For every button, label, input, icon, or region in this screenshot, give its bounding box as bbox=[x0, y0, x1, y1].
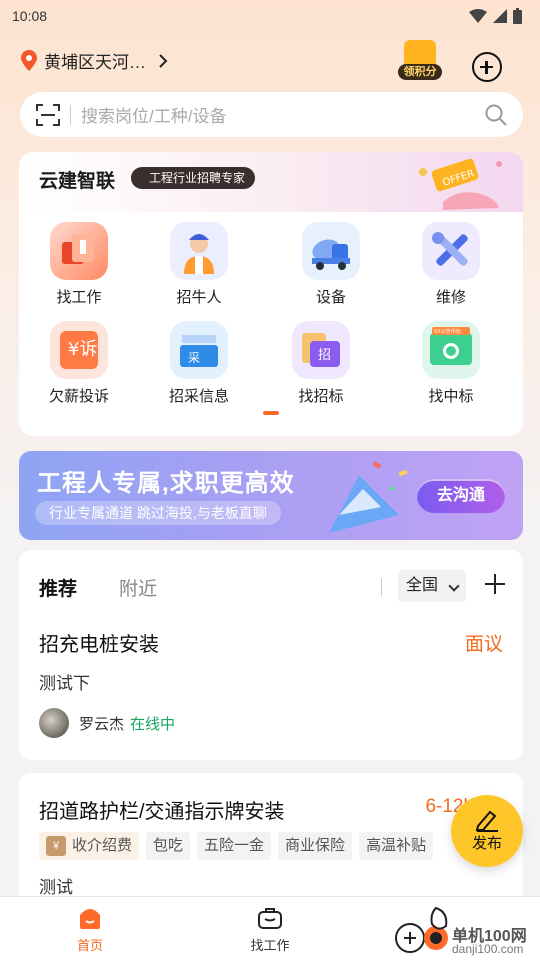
poster-name: 罗云杰 bbox=[79, 715, 125, 733]
job-tag-label: 收介绍费 bbox=[72, 837, 133, 854]
job-description: 测试 bbox=[39, 878, 73, 897]
job-title[interactable]: 招充电桩安装 bbox=[39, 628, 159, 657]
feed-tabs: 推荐 附近 bbox=[36, 572, 157, 605]
service-label: 找招标 bbox=[298, 388, 344, 405]
brand-tagline: 工程行业招聘专家 bbox=[131, 167, 256, 189]
complaint-badge-text: ¥诉 bbox=[68, 339, 97, 360]
repair-tools-icon bbox=[422, 222, 480, 280]
banner-title: 工程人专属,求职更高效 bbox=[37, 470, 295, 497]
service-procurement[interactable]: 采 招采信息 bbox=[149, 321, 249, 406]
procurement-badge-text: 采 bbox=[188, 351, 200, 365]
banner-subtitle: 行业专属通道 跳过海投,与老板直聊 bbox=[35, 501, 281, 525]
watermark-url: danji100.com bbox=[452, 942, 524, 956]
scan-icon[interactable] bbox=[36, 103, 60, 126]
region-value: 全国 bbox=[406, 577, 439, 594]
service-repair[interactable]: 维修 bbox=[401, 222, 501, 307]
job-description: 测试下 bbox=[39, 674, 90, 693]
nav-find-job[interactable]: 找工作 bbox=[225, 905, 315, 954]
publish-button[interactable]: 发布 bbox=[451, 795, 523, 867]
service-wage-complaint[interactable]: ¥诉 欠薪投诉 bbox=[29, 321, 129, 406]
service-label: 欠薪投诉 bbox=[48, 388, 109, 405]
tab-nearby[interactable]: 附近 bbox=[119, 574, 157, 601]
job-feed-card[interactable]: 招道路护栏/交通指示牌安装 6-12k ¥ 收介绍费 包吃 五险一金 商业保险 … bbox=[19, 773, 523, 903]
search-input[interactable]: 搜索岗位/工种/设备 bbox=[81, 102, 485, 127]
add-filter-button[interactable] bbox=[485, 574, 505, 594]
crown-icon bbox=[404, 40, 436, 66]
location-pin-icon bbox=[21, 49, 37, 71]
claim-points-label: 领积分 bbox=[398, 64, 442, 80]
home-icon bbox=[80, 909, 100, 929]
location-selector[interactable]: 黄埔区天河… bbox=[20, 48, 168, 73]
search-divider bbox=[70, 104, 71, 125]
promo-banner[interactable]: 工程人专属,求职更高效 行业专属通道 跳过海投,与老板直聊 去沟通 bbox=[19, 451, 523, 540]
brand-name: 云建智联 bbox=[39, 171, 116, 192]
job-tag: ¥ 收介绍费 bbox=[39, 832, 140, 860]
service-find-job[interactable]: 找工作 bbox=[29, 222, 129, 307]
banner-cta-button[interactable]: 去沟通 bbox=[417, 479, 505, 513]
service-label: 招采信息 bbox=[168, 388, 229, 405]
location-row: 黄埔区天河… 领积分 bbox=[0, 38, 540, 86]
job-feed-card: 推荐 附近 全国 招充电桩安装 面议 测试下 罗云杰 在线中 bbox=[19, 550, 523, 760]
carousel-indicator bbox=[263, 411, 279, 415]
nav-label: 找工作 bbox=[250, 938, 290, 953]
publish-label: 发布 bbox=[471, 835, 502, 852]
briefcase-icon bbox=[258, 908, 282, 929]
watermark-icon bbox=[395, 906, 448, 953]
services-card: 云建智联 工程行业招聘专家 OFFER 找工作 招牛人 设备 维修 ¥诉 欠薪投… bbox=[19, 152, 523, 436]
service-recruit[interactable]: 招牛人 bbox=[149, 222, 249, 307]
job-tag: 五险一金 bbox=[197, 832, 272, 860]
tender-badge-text: 招 bbox=[318, 348, 331, 363]
chevron-down-icon bbox=[448, 580, 460, 592]
tender-icon: 招 bbox=[292, 321, 350, 379]
location-text: 黄埔区天河… bbox=[44, 53, 146, 72]
online-status: 在线中 bbox=[130, 715, 176, 733]
tab-recommended[interactable]: 推荐 bbox=[36, 574, 78, 605]
region-dropdown[interactable]: 全国 bbox=[398, 570, 466, 602]
job-salary: 面议 bbox=[464, 634, 503, 655]
status-time: 10:08 bbox=[12, 8, 48, 24]
complaint-icon: ¥诉 bbox=[50, 321, 108, 379]
status-bar: 10:08 bbox=[0, 0, 540, 32]
service-find-winning-bid[interactable]: XX公告中标 找中标 bbox=[401, 321, 501, 406]
search-bar[interactable]: 搜索岗位/工种/设备 bbox=[20, 92, 523, 137]
offer-hand-icon: OFFER bbox=[419, 158, 502, 210]
edit-icon bbox=[475, 810, 498, 832]
service-equipment[interactable]: 设备 bbox=[281, 222, 381, 307]
watermark-logo: 单机100网 danji100.com bbox=[392, 902, 540, 960]
signal-icon bbox=[493, 9, 507, 23]
add-circle-button[interactable] bbox=[472, 52, 502, 82]
nav-label: 首页 bbox=[76, 938, 103, 953]
bid-win-icon: XX公告中标 bbox=[422, 321, 480, 379]
search-icon[interactable] bbox=[485, 104, 507, 126]
service-find-tender[interactable]: 招 找招标 bbox=[271, 321, 371, 406]
battery-icon bbox=[513, 8, 522, 24]
claim-points-button[interactable]: 领积分 bbox=[398, 38, 442, 84]
status-icons bbox=[469, 8, 522, 24]
avatar bbox=[39, 708, 69, 738]
service-label: 招牛人 bbox=[176, 289, 222, 306]
job-poster[interactable]: 罗云杰 在线中 bbox=[39, 708, 175, 738]
feed-divider bbox=[381, 578, 382, 596]
party-popper-icon bbox=[329, 461, 408, 533]
bid-win-badge-text: XX公告中标 bbox=[434, 328, 461, 335]
job-tags: ¥ 收介绍费 包吃 五险一金 商业保险 高温补贴 bbox=[39, 832, 434, 860]
service-label: 找工作 bbox=[56, 289, 102, 306]
job-tag: 包吃 bbox=[146, 832, 191, 860]
find-job-icon bbox=[50, 222, 108, 280]
chevron-right-icon bbox=[159, 53, 168, 68]
service-label: 维修 bbox=[435, 289, 466, 306]
nav-home[interactable]: 首页 bbox=[45, 905, 135, 954]
job-tag: 高温补贴 bbox=[359, 832, 434, 860]
worker-icon bbox=[170, 222, 228, 280]
service-label: 找中标 bbox=[428, 388, 474, 405]
job-title[interactable]: 招道路护栏/交通指示牌安装 bbox=[39, 795, 285, 824]
fee-badge-icon: ¥ bbox=[46, 836, 66, 856]
service-label: 设备 bbox=[315, 289, 346, 306]
wifi-icon bbox=[469, 9, 487, 23]
mixer-truck-icon bbox=[302, 222, 360, 280]
procurement-icon: 采 bbox=[170, 321, 228, 379]
job-tag: 商业保险 bbox=[278, 832, 353, 860]
